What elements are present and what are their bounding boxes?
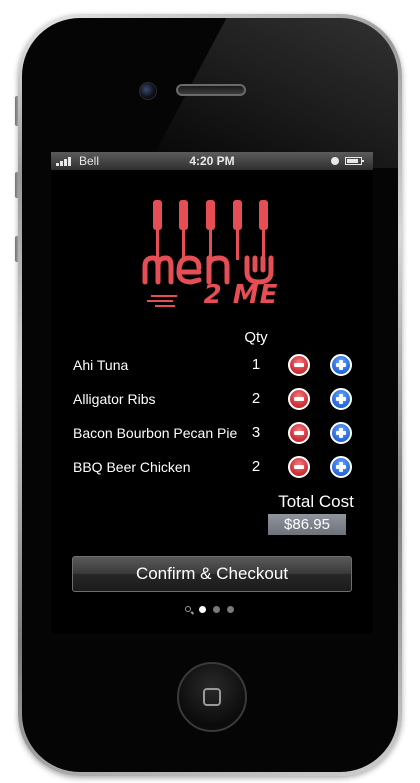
increase-qty-button[interactable] <box>330 456 352 478</box>
order-row: Alligator Ribs 2 <box>51 386 373 414</box>
decrease-qty-button[interactable] <box>288 456 310 478</box>
search-icon[interactable] <box>185 606 191 612</box>
order-row: Bacon Bourbon Pecan Pie 3 <box>51 420 373 448</box>
page-indicator[interactable] <box>183 604 243 616</box>
increase-qty-button[interactable] <box>330 354 352 376</box>
decrease-qty-button[interactable] <box>288 354 310 376</box>
speaker-grille <box>176 84 246 96</box>
qty-column-header: Qty <box>244 329 268 346</box>
page-dot[interactable] <box>213 606 220 613</box>
status-icons <box>329 156 369 166</box>
home-square-icon <box>203 688 221 706</box>
increase-qty-button[interactable] <box>330 388 352 410</box>
page-dot[interactable] <box>227 606 234 613</box>
battery-icon <box>345 157 364 165</box>
decrease-qty-button[interactable] <box>288 388 310 410</box>
logo-subtitle: 2 ME <box>203 280 279 310</box>
item-name: Ahi Tuna <box>73 357 129 373</box>
lock-icon <box>331 157 339 165</box>
screen: Bell 4:20 PM 2 ME Qty Ahi Tuna 1 Alligat… <box>51 152 373 634</box>
item-qty: 2 <box>251 390 261 407</box>
item-qty: 2 <box>251 458 261 475</box>
stage: Bell 4:20 PM 2 ME Qty Ahi Tuna 1 Alligat… <box>0 0 420 783</box>
item-name: Bacon Bourbon Pecan Pie <box>73 425 238 441</box>
camera-icon <box>139 82 157 100</box>
item-name: BBQ Beer Chicken <box>73 459 191 475</box>
confirm-checkout-button[interactable]: Confirm & Checkout <box>72 556 352 592</box>
item-qty: 1 <box>251 356 261 373</box>
order-row: Ahi Tuna 1 <box>51 352 373 380</box>
total-cost-value: $86.95 <box>268 514 346 535</box>
item-qty: 3 <box>251 424 261 441</box>
status-bar: Bell 4:20 PM <box>51 152 373 170</box>
item-name: Alligator Ribs <box>73 391 156 407</box>
page-dot-active[interactable] <box>199 606 206 613</box>
home-button[interactable] <box>177 662 247 732</box>
decrease-qty-button[interactable] <box>288 422 310 444</box>
order-row: BBQ Beer Chicken 2 <box>51 454 373 482</box>
increase-qty-button[interactable] <box>330 422 352 444</box>
status-time: 4:20 PM <box>189 154 235 168</box>
total-cost-label: Total Cost <box>278 492 354 511</box>
